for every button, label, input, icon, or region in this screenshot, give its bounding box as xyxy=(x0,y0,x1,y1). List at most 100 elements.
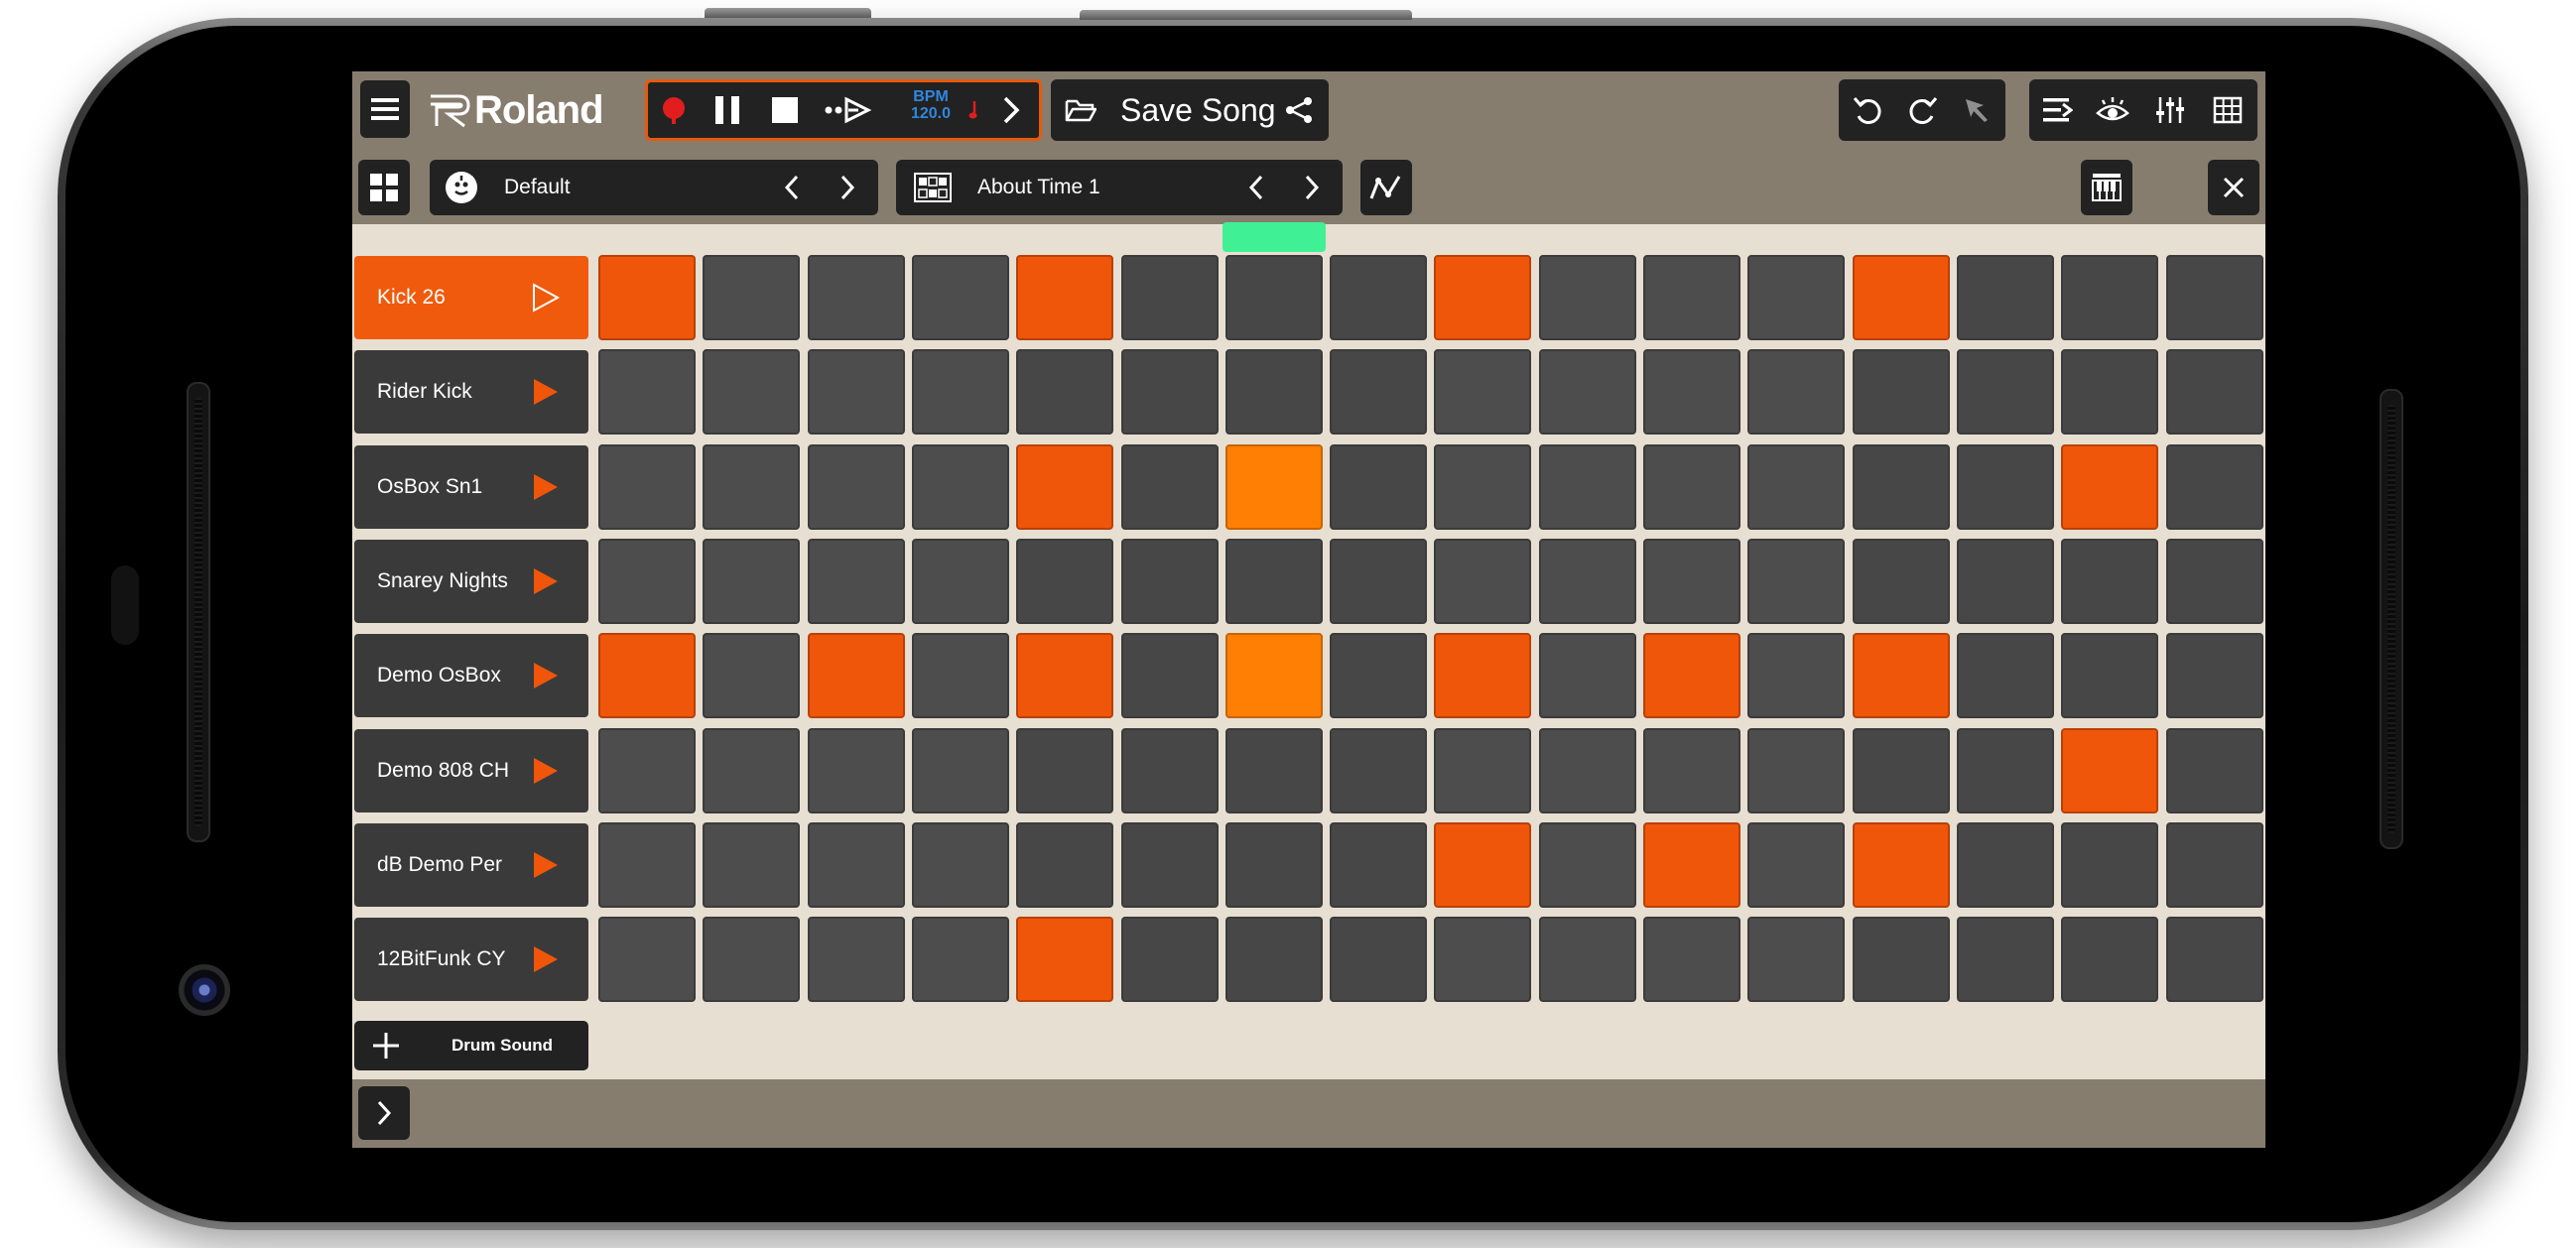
step-pad[interactable] xyxy=(1853,444,1950,530)
step-pad[interactable] xyxy=(1016,444,1113,530)
step-pad[interactable] xyxy=(1853,539,1950,624)
step-pad[interactable] xyxy=(2061,255,2158,340)
close-button[interactable] xyxy=(2208,160,2259,215)
step-pad[interactable] xyxy=(808,539,905,624)
step-pad[interactable] xyxy=(1539,822,1636,908)
step-pad[interactable] xyxy=(1434,728,1531,813)
bpm-display[interactable]: BPM 120.0 xyxy=(896,88,966,122)
record-button[interactable] xyxy=(653,82,695,138)
step-pad[interactable] xyxy=(1957,539,2054,624)
step-pad[interactable] xyxy=(2061,633,2158,718)
step-pad[interactable] xyxy=(1747,255,1845,340)
step-pad[interactable] xyxy=(2166,444,2263,530)
step-pad[interactable] xyxy=(1225,633,1323,718)
step-pad[interactable] xyxy=(1747,349,1845,435)
step-pad[interactable] xyxy=(1747,539,1845,624)
save-song-button[interactable]: Save Song xyxy=(1120,79,1276,141)
grid-button[interactable] xyxy=(2202,85,2254,135)
step-pad[interactable] xyxy=(1121,255,1219,340)
step-pad[interactable] xyxy=(808,822,905,908)
step-pad[interactable] xyxy=(1539,444,1636,530)
loop-play-button[interactable] xyxy=(817,82,880,138)
step-pad[interactable] xyxy=(1957,349,2054,435)
step-pad[interactable] xyxy=(912,822,1009,908)
step-pad[interactable] xyxy=(1434,633,1531,718)
step-pad[interactable] xyxy=(598,822,696,908)
transport-next-button[interactable] xyxy=(989,82,1033,138)
expand-panel-button[interactable] xyxy=(358,1086,410,1140)
step-pad[interactable] xyxy=(1643,728,1740,813)
play-sound-icon[interactable] xyxy=(531,661,561,690)
step-pad[interactable] xyxy=(2061,728,2158,813)
pattern-prev-button[interactable] xyxy=(1231,163,1281,212)
step-pad[interactable] xyxy=(703,255,800,340)
step-pad[interactable] xyxy=(598,349,696,435)
step-pad[interactable] xyxy=(1643,349,1740,435)
menu-button[interactable] xyxy=(360,80,410,138)
track-button[interactable]: dB Demo Per xyxy=(354,823,588,907)
step-pad[interactable] xyxy=(1853,822,1950,908)
step-pad[interactable] xyxy=(1121,822,1219,908)
step-pad[interactable] xyxy=(1539,917,1636,1002)
step-pad[interactable] xyxy=(1643,444,1740,530)
tracks-button[interactable] xyxy=(2031,85,2083,135)
step-pad[interactable] xyxy=(1957,255,2054,340)
step-pad[interactable] xyxy=(2061,917,2158,1002)
step-pad[interactable] xyxy=(912,633,1009,718)
track-button[interactable]: 12BitFunk CY xyxy=(354,918,588,1001)
step-pad[interactable] xyxy=(1330,633,1427,718)
step-pad[interactable] xyxy=(1330,444,1427,530)
step-pad[interactable] xyxy=(2061,349,2158,435)
step-pad[interactable] xyxy=(1330,539,1427,624)
step-pad[interactable] xyxy=(2166,349,2263,435)
step-pad[interactable] xyxy=(598,728,696,813)
step-pad[interactable] xyxy=(598,444,696,530)
step-pad[interactable] xyxy=(912,255,1009,340)
step-pad[interactable] xyxy=(808,633,905,718)
step-pad[interactable] xyxy=(1539,255,1636,340)
step-pad[interactable] xyxy=(1539,633,1636,718)
step-pad[interactable] xyxy=(1747,633,1845,718)
pads-view-button[interactable] xyxy=(358,160,410,215)
step-pad[interactable] xyxy=(1016,728,1113,813)
step-pad[interactable] xyxy=(1643,633,1740,718)
step-pad[interactable] xyxy=(1121,349,1219,435)
step-pad[interactable] xyxy=(1853,728,1950,813)
play-sound-icon[interactable] xyxy=(531,283,561,312)
share-button[interactable] xyxy=(1275,85,1323,135)
step-pad[interactable] xyxy=(1121,633,1219,718)
redo-button[interactable] xyxy=(1898,85,1948,135)
step-pad[interactable] xyxy=(2061,539,2158,624)
step-pad[interactable] xyxy=(1853,255,1950,340)
step-pad[interactable] xyxy=(808,728,905,813)
step-pad[interactable] xyxy=(912,444,1009,530)
stop-button[interactable] xyxy=(763,82,807,138)
step-pad[interactable] xyxy=(1225,917,1323,1002)
pattern-next-button[interactable] xyxy=(1287,163,1337,212)
step-pad[interactable] xyxy=(1016,822,1113,908)
step-pad[interactable] xyxy=(1643,539,1740,624)
play-sound-icon[interactable] xyxy=(531,472,561,502)
step-pad[interactable] xyxy=(703,349,800,435)
step-pad[interactable] xyxy=(1957,822,2054,908)
kit-prev-button[interactable] xyxy=(767,163,817,212)
add-drum-sound-button[interactable]: Drum Sound xyxy=(354,1021,588,1070)
step-pad[interactable] xyxy=(598,255,696,340)
step-pad[interactable] xyxy=(1225,539,1323,624)
step-pad[interactable] xyxy=(1957,633,2054,718)
step-pad[interactable] xyxy=(1747,728,1845,813)
step-pad[interactable] xyxy=(1957,917,2054,1002)
step-pad[interactable] xyxy=(1957,444,2054,530)
step-pad[interactable] xyxy=(703,917,800,1002)
step-pad[interactable] xyxy=(2061,444,2158,530)
step-pad[interactable] xyxy=(1643,917,1740,1002)
step-pad[interactable] xyxy=(1016,633,1113,718)
step-pad[interactable] xyxy=(912,539,1009,624)
step-pad[interactable] xyxy=(1957,728,2054,813)
step-pad[interactable] xyxy=(1434,917,1531,1002)
step-pad[interactable] xyxy=(808,255,905,340)
step-pad[interactable] xyxy=(2166,917,2263,1002)
step-pad[interactable] xyxy=(1016,539,1113,624)
play-sound-icon[interactable] xyxy=(531,756,561,786)
step-pad[interactable] xyxy=(1225,255,1323,340)
